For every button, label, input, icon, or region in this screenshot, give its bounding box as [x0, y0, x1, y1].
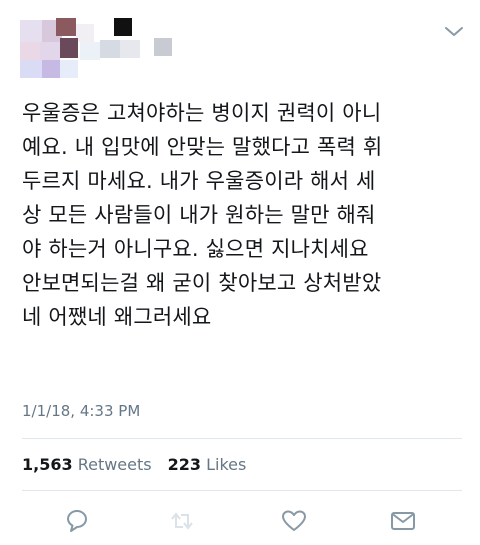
tweet-timestamp[interactable]: 1/1/18, 4:33 PM [22, 402, 140, 420]
tweet-line: 안보면되는걸 왜 굳이 찾아보고 상처받았 [22, 271, 382, 295]
blurred-avatar[interactable] [20, 14, 180, 80]
tweet-header [0, 0, 480, 80]
tweet-line: 야 하는거 아니구요. 싫으면 지나치세요 [22, 237, 369, 261]
like-icon[interactable] [279, 506, 309, 536]
tweet-line: 두르지 마세요. 내가 우울증이라 해서 세 [22, 169, 376, 193]
tweet-line: 네 어쨌네 왜그러세요 [22, 305, 212, 329]
divider [22, 438, 462, 439]
retweets-stat[interactable]: 1,563 Retweets [22, 455, 152, 474]
reply-icon[interactable] [62, 506, 92, 536]
chevron-down-icon[interactable] [442, 22, 466, 42]
retweets-count: 1,563 [22, 455, 73, 474]
tweet-actions [0, 500, 480, 544]
tweet-text: 우울증은 고쳐야하는 병이지 권력이 아니 예요. 내 입맛에 안맞는 말했다고… [22, 96, 462, 334]
likes-label: Likes [206, 455, 247, 474]
tweet-line: 예요. 내 입맛에 안맞는 말했다고 폭력 휘 [22, 135, 383, 159]
likes-count: 223 [167, 455, 202, 474]
divider [22, 490, 462, 491]
message-icon[interactable] [388, 506, 418, 536]
tweet-stats: 1,563 Retweets 223 Likes [22, 455, 246, 474]
tweet-line: 우울증은 고쳐야하는 병이지 권력이 아니 [22, 101, 382, 125]
retweets-label: Retweets [77, 455, 152, 474]
tweet-line: 상 모든 사람들이 내가 원하는 말만 해줘 [22, 203, 376, 227]
retweet-icon[interactable] [167, 506, 197, 536]
likes-stat[interactable]: 223 Likes [168, 455, 247, 474]
